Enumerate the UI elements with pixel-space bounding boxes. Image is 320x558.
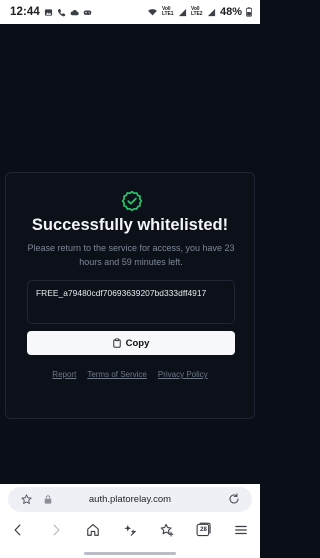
key-text[interactable]: FREE_a79480cdf70693639207bd333dff4917 [36,288,206,298]
gesture-home-indicator[interactable] [84,552,176,555]
copy-button[interactable]: Copy [27,331,235,355]
url-bar[interactable]: auth.platorelay.com [8,487,252,512]
privacy-link[interactable]: Privacy Policy [158,370,208,379]
chevron-right-icon [53,524,60,536]
wifi-icon [148,9,157,16]
report-link[interactable]: Report [52,370,76,379]
battery-percent: 48% [219,6,242,18]
battery-icon [246,7,252,17]
copy-button-label: Copy [125,337,150,349]
menu-button[interactable] [233,522,249,538]
chevron-left-icon [14,524,21,536]
key-display[interactable]: FREE_a79480cdf70693639207bd333dff4917 [27,280,235,324]
gallery-icon [44,8,53,16]
web-page: Successfully whitelisted! Please return … [0,24,260,484]
lock-icon[interactable] [44,495,52,504]
terms-link[interactable]: Terms of Service [87,370,147,379]
signal-2-icon [207,8,216,16]
url-text[interactable]: auth.platorelay.com [89,494,171,505]
game-icon [83,10,92,15]
home-button[interactable] [85,522,101,538]
signal-1-icon [178,8,187,16]
volte-lte1-label: Vo0 LTE1 [161,6,174,17]
whitelist-card: Successfully whitelisted! Please return … [5,172,255,419]
browser-nav-bar: 28 [0,514,260,558]
status-bar: 12:44 Vo0 LTE1 Vo0 LTE2 48% [0,0,260,24]
verified-badge-icon [121,190,143,212]
footer-links: Report Terms of Service Privacy Policy [6,370,254,379]
page-subtitle: Please return to the service for access,… [27,243,235,267]
sparkle-icon [124,524,136,536]
browser-url-area: auth.platorelay.com [0,484,260,514]
cloud-icon [70,9,79,15]
clipboard-icon [112,338,121,348]
tab-count: 28 [200,526,207,533]
volte-lte2-label: Vo0 LTE2 [190,6,203,17]
star-plus-icon [160,523,174,537]
home-icon [87,524,99,536]
back-button[interactable] [10,522,26,538]
magic-button[interactable] [122,522,138,538]
reload-icon[interactable] [228,493,240,505]
page-title: Successfully whitelisted! [31,216,229,234]
bookmark-star-icon[interactable] [21,494,32,505]
bookmarks-button[interactable] [159,522,175,538]
forward-button[interactable] [48,522,64,538]
hamburger-menu-icon [235,525,247,535]
status-time: 12:44 [10,6,40,18]
phone-icon [57,8,66,16]
tabs-button[interactable]: 28 [196,522,212,538]
